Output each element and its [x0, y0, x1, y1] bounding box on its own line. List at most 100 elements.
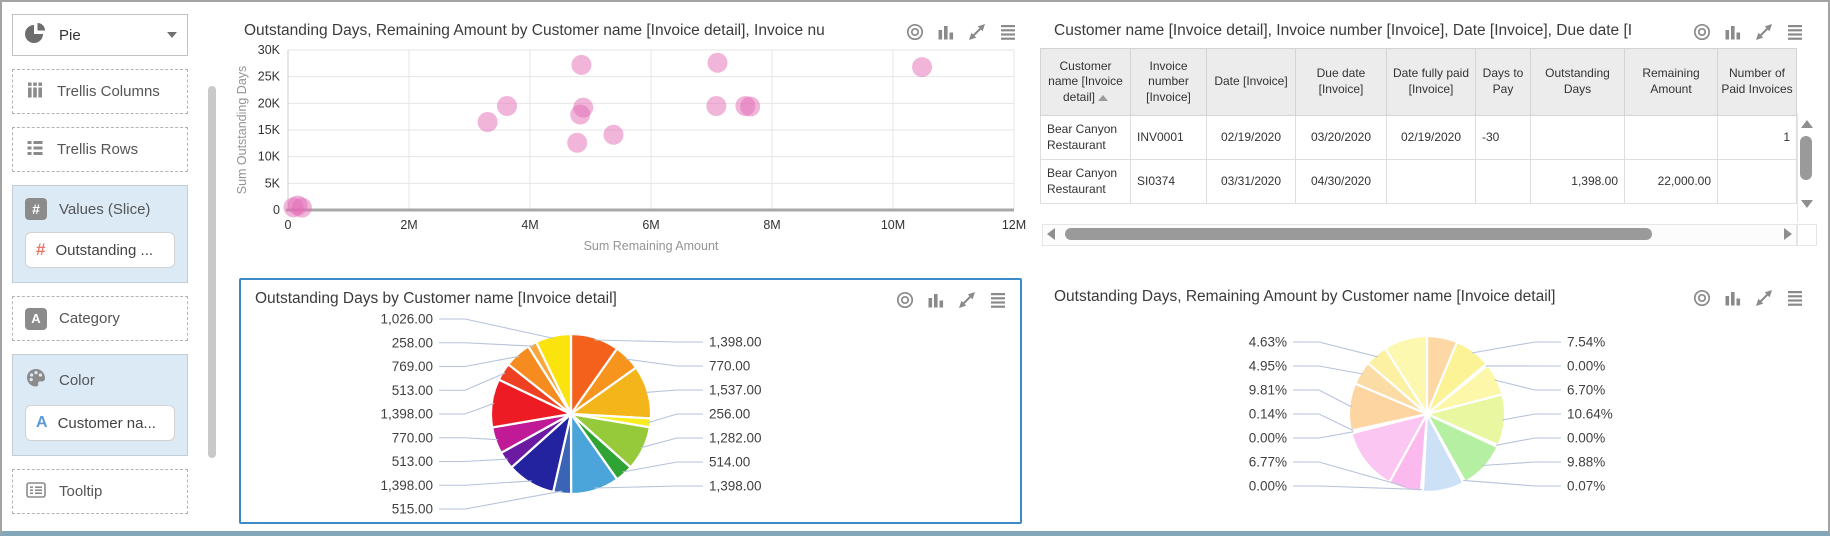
pie-label-leader — [1482, 461, 1561, 467]
bar-chart-icon[interactable] — [926, 290, 946, 310]
menu-icon[interactable] — [988, 290, 1008, 310]
sidebar-scrollbar[interactable] — [208, 86, 216, 458]
y-axis-title: Sum Outstanding Days — [235, 66, 249, 195]
table-header-cell[interactable]: Outstanding Days — [1530, 48, 1625, 116]
y-tick-label: 10K — [258, 150, 281, 164]
target-icon[interactable] — [1692, 288, 1712, 308]
pie-chart: 1,398.00 770.00 1,537.00 256.00 1,282.00 514.… — [380, 312, 762, 517]
pie-label-leader — [439, 402, 495, 415]
sidebar-item-trellis-columns[interactable]: Trellis Columns — [12, 69, 188, 114]
x-tick-label: 8M — [763, 218, 780, 232]
scroll-down-arrow-icon[interactable] — [1801, 200, 1813, 208]
pie-slice-label: 513.00 — [392, 383, 433, 398]
values-field-chip[interactable]: # Outstanding ... — [25, 232, 175, 268]
scroll-up-arrow-icon[interactable] — [1801, 120, 1813, 128]
table-cell: SI0374 — [1130, 159, 1207, 205]
invoice-table-viewport: Customer name [Invoice detail] Invoice nu… — [1040, 48, 1817, 224]
menu-icon[interactable] — [1785, 22, 1805, 42]
scatter-point[interactable] — [603, 124, 624, 145]
expand-icon[interactable] — [1754, 288, 1774, 308]
table-header-cell[interactable]: Customer name [Invoice detail] — [1040, 48, 1131, 116]
sidebar-item-label: Trellis Rows — [57, 141, 139, 158]
bar-chart-icon[interactable] — [1723, 288, 1743, 308]
table-header-cell[interactable]: Date [Invoice] — [1206, 48, 1296, 116]
scatter-point[interactable] — [571, 54, 592, 75]
sidebar-section-color[interactable]: Color A Customer na... — [12, 354, 188, 456]
scatter-point[interactable] — [567, 132, 588, 153]
scatter-point[interactable] — [477, 112, 498, 132]
scatter-point[interactable] — [706, 96, 727, 116]
expand-icon[interactable] — [957, 290, 977, 310]
invoice-table: Customer name [Invoice detail] Invoice nu… — [1040, 48, 1797, 205]
sidebar-item-category[interactable]: A Category — [12, 296, 188, 341]
vertical-scroll-thumb[interactable] — [1800, 136, 1812, 180]
table-header-cell[interactable]: Number of Paid Invoices — [1717, 48, 1797, 116]
sidebar-section-values-slice[interactable]: # Values (Slice) # Outstanding ... — [12, 185, 188, 283]
table-cell — [1475, 159, 1531, 205]
expand-icon[interactable] — [967, 22, 987, 42]
table-row: Bear Canyon Restaurant SI0374 03/31/2020 04… — [1040, 159, 1797, 205]
scatter-point[interactable] — [497, 96, 518, 116]
panel-toolbar — [1678, 288, 1805, 308]
pie-slice-label: 0.00% — [1249, 431, 1287, 446]
table-cell: 02/19/2020 — [1386, 114, 1476, 161]
analytics-window: Pie Trellis Columns Trellis Rows # Value… — [0, 0, 1830, 536]
expand-icon[interactable] — [1754, 22, 1774, 42]
scatter-point[interactable] — [291, 197, 312, 218]
pie-slice-label: 770.00 — [392, 430, 433, 445]
table-header-cell[interactable]: Invoice number [Invoice] — [1130, 48, 1207, 116]
table-horizontal-scrollbar[interactable] — [1042, 224, 1797, 246]
chevron-down-icon — [167, 32, 177, 38]
table-cell: Bear Canyon Restaurant — [1040, 114, 1131, 161]
pie-label-leader — [439, 318, 554, 339]
pie-label-leader — [1293, 389, 1352, 408]
scatter-chart: 0 2M 4M 6M 8M 10M 12M 0 5K 10K 15K 20K 25K 30K Sum Rem… — [235, 43, 1026, 253]
target-icon[interactable] — [895, 290, 915, 310]
trellis-columns-icon — [25, 80, 45, 104]
pie-slice-label: 9.81% — [1249, 383, 1287, 398]
pie-label-leader — [1494, 379, 1561, 391]
pie-slice-label: 4.63% — [1249, 335, 1287, 350]
table-header-cell[interactable]: Days to Pay — [1475, 48, 1531, 116]
pie-chart: 7.54% 0.00% 6.70% 10.64% 0.00% 9.88% 0.07% 4.63… — [1249, 335, 1613, 494]
pie-slice-label: 1,398.00 — [380, 407, 433, 422]
pie-label-leader — [1502, 413, 1561, 421]
sidebar-item-trellis-rows[interactable]: Trellis Rows — [12, 127, 188, 172]
target-icon[interactable] — [1692, 22, 1712, 42]
table-cell: 02/19/2020 — [1206, 114, 1296, 161]
sidebar-item-tooltip[interactable]: Tooltip — [12, 469, 188, 514]
table-vertical-scrollbar[interactable] — [1797, 114, 1815, 222]
menu-icon[interactable] — [998, 22, 1018, 42]
table-header-cell[interactable]: Due date [Invoice] — [1295, 48, 1387, 116]
menu-icon[interactable] — [1785, 288, 1805, 308]
scatter-point[interactable] — [912, 57, 933, 78]
horizontal-scroll-thumb[interactable] — [1065, 228, 1653, 240]
scroll-left-arrow-icon[interactable] — [1047, 228, 1055, 240]
pie-slice-label: 515.00 — [392, 502, 433, 517]
text-a-icon: A — [25, 307, 47, 330]
pie-label-leader — [594, 485, 703, 489]
pie-label-leader — [640, 437, 703, 449]
bar-chart-icon[interactable] — [936, 22, 956, 42]
color-field-chip[interactable]: A Customer na... — [25, 405, 175, 441]
scatter-point[interactable] — [707, 52, 728, 73]
scrollbar-corner — [1797, 224, 1817, 246]
y-tick-label: 5K — [265, 176, 281, 190]
pie-label-leader — [1471, 341, 1561, 354]
pie-slice-label: 513.00 — [392, 454, 433, 469]
scatter-point[interactable] — [740, 96, 761, 117]
target-icon[interactable] — [905, 22, 925, 42]
pie-panel-selected[interactable]: Outstanding Days by Customer name [Invoi… — [239, 278, 1022, 524]
table-header-cell[interactable]: Remaining Amount — [1624, 48, 1718, 116]
pie-label-leader — [625, 358, 703, 367]
chart-type-dropdown[interactable]: Pie — [12, 14, 188, 56]
pie-slice-label: 6.70% — [1567, 383, 1605, 398]
pie-slice-label: 1,398.00 — [709, 479, 762, 494]
text-a-icon: A — [36, 414, 48, 431]
table-cell: 22,000.00 — [1624, 159, 1718, 205]
scroll-right-arrow-icon[interactable] — [1784, 228, 1792, 240]
bar-chart-icon[interactable] — [1723, 22, 1743, 42]
pie-label-leader — [1463, 479, 1561, 487]
scatter-point[interactable] — [570, 104, 591, 125]
table-header-cell[interactable]: Date fully paid [Invoice] — [1386, 48, 1476, 116]
